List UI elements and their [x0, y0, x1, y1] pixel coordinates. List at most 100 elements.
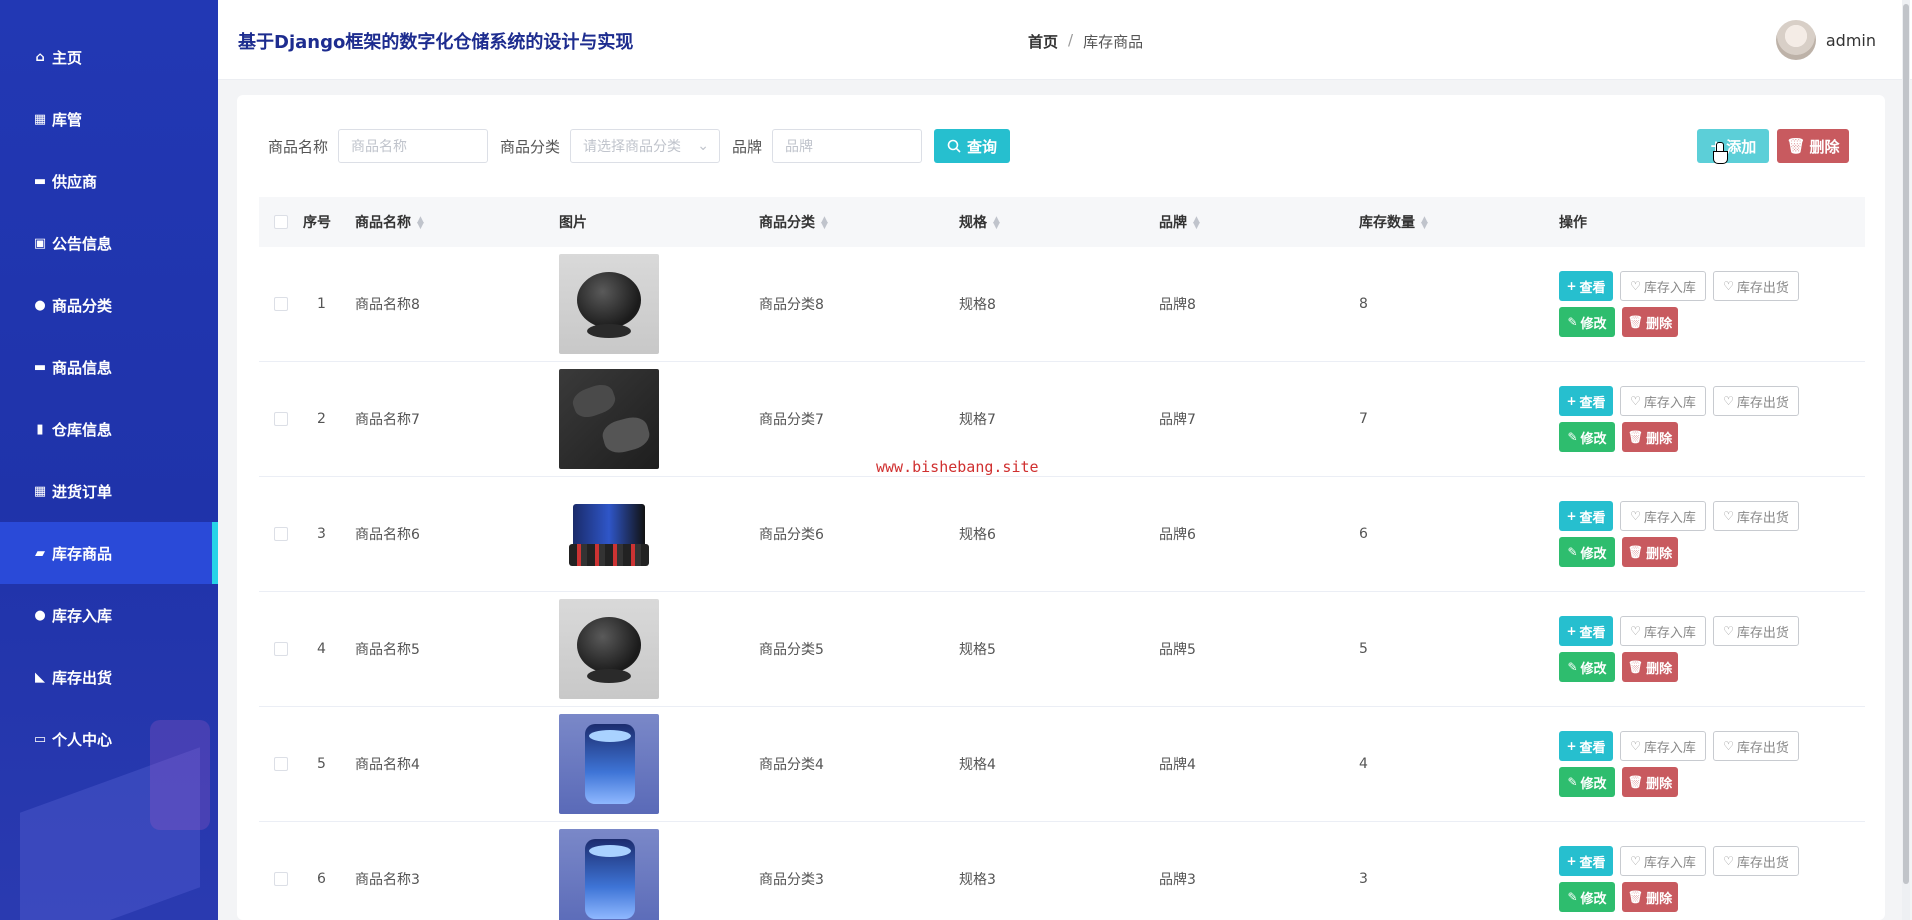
table-row: 3 商品名称6 商品分类6 规格6 品牌6 6 + 查看 ♡ 库存入库 ♡ 库存出货 ✎ 修改 🗑 删除 — [259, 477, 1865, 592]
plus-icon: + — [1566, 739, 1577, 753]
query-label: 查询 — [967, 137, 998, 156]
clipboard-icon: ▣ — [33, 235, 47, 251]
stock-in-button[interactable]: ♡ 库存入库 — [1620, 731, 1706, 761]
stock-in-button[interactable]: ♡ 库存入库 — [1620, 501, 1706, 531]
category-select[interactable]: 请选择商品分类 ⌄ — [570, 129, 721, 163]
sidebar-item-8[interactable]: ▦ 进货订单 — [0, 460, 218, 522]
row-delete-button[interactable]: 🗑 删除 — [1622, 767, 1678, 797]
header-stock[interactable]: 库存数量 ▲ ▼ — [1359, 212, 1559, 232]
sidebar-item-1[interactable]: ⌂ 主页 — [0, 26, 218, 88]
product-image[interactable] — [559, 714, 659, 814]
header-category[interactable]: 商品分类 ▲ ▼ — [759, 212, 959, 232]
header-actions: 操作 — [1559, 215, 1587, 231]
stock-out-button[interactable]: ♡ 库存出货 — [1713, 386, 1799, 416]
sidebar-item-4[interactable]: ▣ 公告信息 — [0, 212, 218, 274]
add-button[interactable]: + 添加 — [1697, 129, 1769, 163]
view-button[interactable]: + 查看 — [1559, 386, 1613, 416]
trash-icon: 🗑 — [1627, 545, 1644, 559]
stock-out-button[interactable]: ♡ 库存出货 — [1713, 501, 1799, 531]
select-all-checkbox[interactable] — [274, 215, 288, 229]
edit-icon: ✎ — [1567, 775, 1578, 789]
header-spec[interactable]: 规格 ▲ ▼ — [959, 212, 1159, 232]
sidebar-item-6[interactable]: ▬ 商品信息 — [0, 336, 218, 398]
row-delete-button[interactable]: 🗑 删除 — [1622, 652, 1678, 682]
sidebar-item-7[interactable]: ▮ 仓库信息 — [0, 398, 218, 460]
sidebar-item-3[interactable]: ▬ 供应商 — [0, 150, 218, 212]
edit-button[interactable]: ✎ 修改 — [1559, 537, 1615, 567]
sidebar-item-2[interactable]: ▦ 库管 — [0, 88, 218, 150]
top-header: 基于Django框架的数字化仓储系统的设计与实现 首页 / 库存商品 admin — [218, 0, 1912, 80]
view-button[interactable]: + 查看 — [1559, 731, 1613, 761]
sidebar-item-11[interactable]: ◣ 库存出货 — [0, 646, 218, 708]
sidebar: ⌂ 主页 ▦ 库管 ▬ 供应商 ▣ 公告信息 ● 商品分类 ▬ 商品信息 ▮ 仓库信息 ▦ 进货订单 ▰ 库存商品… — [0, 0, 218, 920]
product-image[interactable] — [559, 369, 659, 469]
stock-out-button[interactable]: ♡ 库存出货 — [1713, 846, 1799, 876]
edit-button[interactable]: ✎ 修改 — [1559, 422, 1615, 452]
stock-in-button[interactable]: ♡ 库存入库 — [1620, 271, 1706, 301]
sort-icon[interactable]: ▲ ▼ — [993, 216, 1000, 231]
table-row: 4 商品名称5 商品分类5 规格5 品牌5 5 + 查看 ♡ 库存入库 ♡ 库存出货 ✎ 修改 🗑 删除 — [259, 592, 1865, 707]
avatar[interactable] — [1775, 20, 1816, 60]
sort-icon[interactable]: ▲ ▼ — [1421, 216, 1428, 231]
trash-icon: 🗑 — [1627, 660, 1644, 674]
page-scrollbar[interactable] — [1902, 0, 1910, 920]
name-search-input[interactable]: 商品名称 — [338, 129, 489, 163]
row-checkbox[interactable] — [274, 872, 288, 886]
stock-out-button[interactable]: ♡ 库存出货 — [1713, 731, 1799, 761]
row-delete-button[interactable]: 🗑 删除 — [1622, 882, 1678, 912]
row-checkbox[interactable] — [274, 527, 288, 541]
trash-icon: 🗑 — [1786, 137, 1806, 155]
sidebar-item-9[interactable]: ▰ 库存商品 — [0, 522, 218, 584]
sort-icon[interactable]: ▲ ▼ — [417, 216, 424, 231]
edit-icon: ✎ — [1567, 430, 1578, 444]
edit-button[interactable]: ✎ 修改 — [1559, 882, 1615, 912]
edit-button[interactable]: ✎ 修改 — [1559, 307, 1615, 337]
product-brand: 品牌3 — [1159, 872, 1196, 888]
stock-quantity: 5 — [1359, 641, 1368, 657]
scrollbar-thumb[interactable] — [1903, 4, 1909, 884]
heart-icon: ♡ — [1723, 854, 1734, 868]
stock-quantity: 4 — [1359, 756, 1368, 772]
row-checkbox[interactable] — [274, 297, 288, 311]
sidebar-item-label: 库管 — [52, 110, 83, 129]
sidebar-item-label: 库存商品 — [52, 544, 113, 563]
stock-out-button[interactable]: ♡ 库存出货 — [1713, 271, 1799, 301]
product-image[interactable] — [559, 484, 659, 584]
view-button[interactable]: + 查看 — [1559, 846, 1613, 876]
username[interactable]: admin — [1826, 31, 1876, 50]
row-delete-button[interactable]: 🗑 删除 — [1622, 537, 1678, 567]
edit-button[interactable]: ✎ 修改 — [1559, 652, 1615, 682]
stock-in-button[interactable]: ♡ 库存入库 — [1620, 386, 1706, 416]
stock-in-button[interactable]: ♡ 库存入库 — [1620, 616, 1706, 646]
product-image[interactable] — [559, 254, 659, 354]
row-index: 1 — [317, 296, 326, 312]
breadcrumb-home[interactable]: 首页 — [1028, 31, 1058, 52]
row-delete-button[interactable]: 🗑 删除 — [1622, 307, 1678, 337]
delete-button[interactable]: 🗑 删除 — [1777, 129, 1849, 163]
stock-in-button[interactable]: ♡ 库存入库 — [1620, 846, 1706, 876]
view-button[interactable]: + 查看 — [1559, 616, 1613, 646]
edit-button[interactable]: ✎ 修改 — [1559, 767, 1615, 797]
product-name: 商品名称5 — [355, 642, 420, 658]
brand-search-input[interactable]: 品牌 — [772, 129, 923, 163]
product-category: 商品分类7 — [759, 412, 824, 428]
sort-icon[interactable]: ▲ ▼ — [821, 216, 828, 231]
sidebar-item-12[interactable]: ▭ 个人中心 — [0, 708, 218, 770]
query-button[interactable]: 查询 — [934, 129, 1011, 163]
sidebar-item-5[interactable]: ● 商品分类 — [0, 274, 218, 336]
sort-icon[interactable]: ▲ ▼ — [1193, 216, 1200, 231]
product-image[interactable] — [559, 829, 659, 920]
row-checkbox[interactable] — [274, 757, 288, 771]
user-menu[interactable]: admin — [1775, 20, 1876, 60]
view-button[interactable]: + 查看 — [1559, 271, 1613, 301]
view-button[interactable]: + 查看 — [1559, 501, 1613, 531]
stock-out-button[interactable]: ♡ 库存出货 — [1713, 616, 1799, 646]
product-image[interactable] — [559, 599, 659, 699]
sidebar-item-10[interactable]: ● 库存入库 — [0, 584, 218, 646]
header-brand[interactable]: 品牌 ▲ ▼ — [1159, 212, 1359, 232]
row-checkbox[interactable] — [274, 412, 288, 426]
row-delete-button[interactable]: 🗑 删除 — [1622, 422, 1678, 452]
header-name[interactable]: 商品名称 ▲ ▼ — [355, 212, 559, 232]
header-image: 图片 — [559, 215, 587, 231]
row-checkbox[interactable] — [274, 642, 288, 656]
